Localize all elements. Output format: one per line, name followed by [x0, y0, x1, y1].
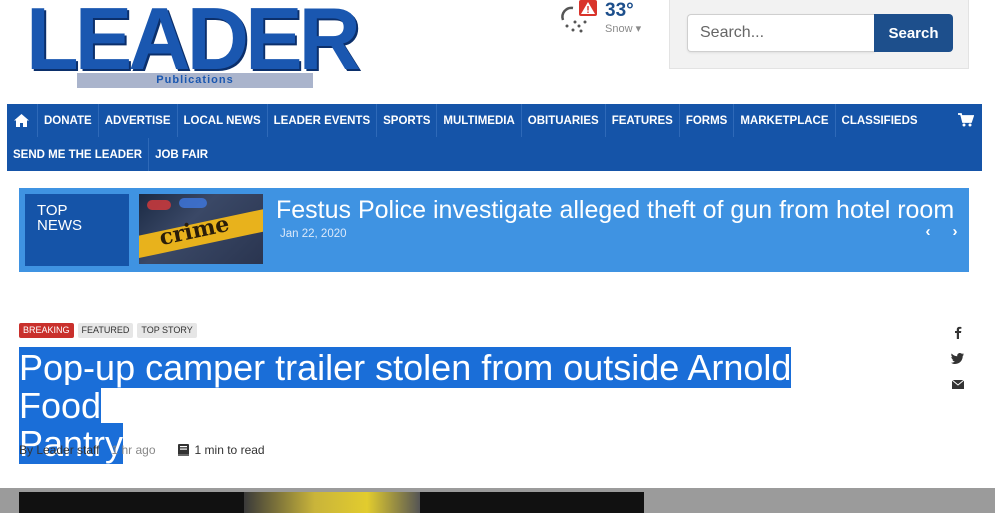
nav-row: SEND ME THE LEADER JOB FAIR	[7, 138, 214, 171]
thumbnail-light	[179, 198, 207, 208]
chevron-left-icon[interactable]: ‹	[921, 224, 935, 240]
nav-item-leader-events[interactable]: LEADER EVENTS	[268, 104, 378, 137]
nav-item-donate[interactable]: DONATE	[38, 104, 99, 137]
chevron-down-icon: ▾	[635, 23, 642, 35]
nav-row: DONATE ADVERTISE LOCAL NEWS LEADER EVENT…	[7, 104, 924, 137]
site-logo[interactable]: LEADER Publications	[26, 0, 361, 88]
nav-item-classifieds[interactable]: CLASSIFIEDS	[836, 104, 924, 137]
nav-item-sports[interactable]: SPORTS	[377, 104, 438, 137]
ticker-thumbnail[interactable]: crime	[139, 194, 263, 264]
top-news-label: TOP NEWS	[25, 194, 129, 266]
author[interactable]: By Leader staff	[19, 443, 100, 457]
nav-item-send-me-the-leader[interactable]: SEND ME THE LEADER	[7, 138, 150, 171]
weather-temperature: 33°	[605, 0, 634, 21]
nav-item-forms[interactable]: FORMS	[680, 104, 735, 137]
nav-item-local-news[interactable]: LOCAL NEWS	[178, 104, 268, 137]
envelope-icon[interactable]	[950, 376, 965, 391]
cart-icon[interactable]	[958, 113, 974, 127]
home-icon	[14, 114, 29, 127]
facebook-icon[interactable]	[950, 326, 965, 341]
chevron-right-icon[interactable]: ›	[948, 224, 962, 240]
article-media[interactable]	[19, 492, 644, 513]
tag-featured[interactable]: FEATURED	[77, 323, 134, 338]
nav-item-obituaries[interactable]: OBITUARIES	[522, 104, 606, 137]
book-icon	[177, 444, 189, 456]
headline-line: Pop-up camper trailer stolen from outsid…	[19, 347, 792, 426]
top-news-label-line1: TOP	[37, 202, 68, 219]
top-news-label-line2: NEWS	[37, 217, 82, 234]
article-byline: By Leader staff 1 hr ago 1 min to read	[19, 443, 265, 457]
twitter-icon[interactable]	[950, 351, 965, 366]
nav-item-marketplace[interactable]: MARKETPLACE	[734, 104, 836, 137]
top-news-ticker: TOP NEWS crime Festus Police investigate…	[19, 188, 969, 272]
media-image	[244, 492, 420, 513]
weather-widget[interactable]: 33° Snow ▾	[557, 0, 657, 36]
article-tags: BREAKING FEATURED TOP STORY	[19, 323, 197, 338]
snow-warning-icon	[561, 0, 597, 33]
thumbnail-light	[147, 200, 171, 210]
nav-item-advertise[interactable]: ADVERTISE	[99, 104, 178, 137]
tag-breaking[interactable]: BREAKING	[19, 323, 74, 338]
page: LEADER Publications 33° Snow ▾ Search...…	[0, 0, 995, 513]
search-input[interactable]	[687, 14, 875, 52]
nav-item-features[interactable]: FEATURES	[606, 104, 680, 137]
ticker-date: Jan 22, 2020	[280, 228, 347, 240]
search-button[interactable]: Search	[874, 14, 953, 52]
weather-condition: Snow ▾	[605, 23, 642, 35]
nav-item-multimedia[interactable]: MULTIMEDIA	[437, 104, 522, 137]
nav-home[interactable]	[7, 104, 38, 137]
ticker-headline[interactable]: Festus Police investigate alleged theft …	[276, 196, 954, 225]
main-navigation: DONATE ADVERTISE LOCAL NEWS LEADER EVENT…	[7, 104, 982, 171]
publish-time: 1 hr ago	[111, 443, 156, 457]
logo-subtitle: Publications	[77, 73, 313, 88]
nav-item-job-fair[interactable]: JOB FAIR	[149, 138, 214, 171]
read-time: 1 min to read	[194, 443, 265, 457]
logo-wordmark: LEADER	[26, 0, 361, 88]
search-panel: Search	[669, 0, 969, 69]
tag-top-story[interactable]: TOP STORY	[137, 323, 197, 338]
